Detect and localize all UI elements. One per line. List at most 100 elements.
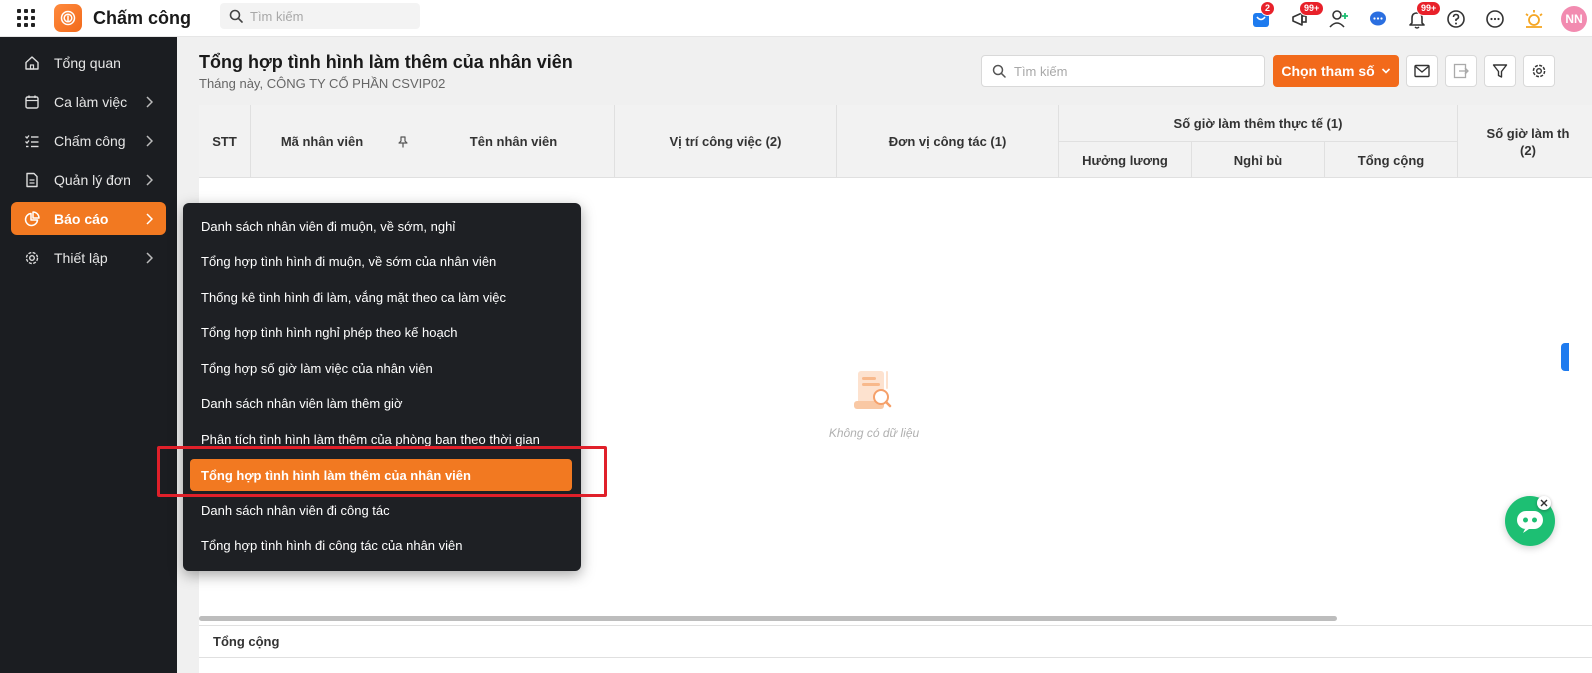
sun-clock-icon [1525,9,1543,28]
app-logo[interactable] [54,4,82,32]
sidebar-item-label: Quản lý đơn [54,171,131,188]
global-search[interactable] [220,3,420,29]
column-group-next: Số giờ làm th (2) [1458,105,1592,178]
global-search-input[interactable] [250,8,410,24]
chevron-right-icon [145,173,154,189]
column-header-unit[interactable]: Đơn vị công tác (1) [837,105,1059,178]
sidebar-item-overview[interactable]: Tổng quan [11,46,166,79]
column-header-employee-id[interactable]: Mã nhân viên [251,105,393,178]
more-dots-icon [1486,9,1504,28]
calendar-icon [24,94,40,110]
sidebar-item-label: Báo cáo [54,210,109,227]
column-header-stt[interactable]: STT [199,105,251,178]
report-menu-item-active[interactable]: Tổng hợp tình hình làm thêm của nhân viê… [190,459,572,491]
column-header-comp-leave[interactable]: Nghỉ bù [1192,141,1325,178]
pin-column-button[interactable] [393,105,413,178]
empty-document-icon [854,371,892,409]
announcement-button[interactable]: 99+ [1288,0,1325,31]
chat-bubble-icon [1370,11,1386,25]
choose-params-label: Chọn tham số [1281,63,1375,79]
empty-state-text: Không có dữ liệu [828,426,920,440]
chevron-right-icon [145,212,154,228]
chevron-down-icon [1381,68,1390,74]
reports-submenu: Danh sách nhân viên đi muộn, về sớm, ngh… [183,203,581,571]
app-launcher-icon[interactable] [17,9,35,27]
filter-icon [1492,64,1508,78]
horizontal-scrollbar[interactable] [199,616,1337,621]
column-group-next-line2: (2) [1520,142,1536,158]
sidebar: Tổng quan Ca làm việc Chấm công Quản lý … [0,37,177,673]
help-button[interactable] [1444,7,1468,31]
gear-icon [1532,64,1546,78]
empty-state: Không có dữ liệu [799,365,949,440]
report-menu-item[interactable]: Thống kê tình hình đi làm, vắng mặt theo… [190,281,572,313]
side-drawer-tab[interactable] [1561,343,1569,371]
add-user-icon [1329,9,1348,28]
sidebar-item-shifts[interactable]: Ca làm việc [11,85,166,118]
checklist-icon [24,133,40,149]
chevron-right-icon [145,95,154,111]
document-icon [24,172,40,188]
sidebar-item-settings[interactable]: Thiết lập [11,241,166,274]
more-button[interactable] [1483,7,1507,31]
sidebar-item-timekeeping[interactable]: Chấm công [11,124,166,157]
sidebar-item-requests[interactable]: Quản lý đơn [11,163,166,196]
report-menu-item[interactable]: Tổng hợp tình hình đi muộn, về sớm của n… [190,245,572,277]
timekeeping-button[interactable] [1522,7,1546,31]
user-avatar[interactable]: NN [1561,5,1587,32]
page-subtitle: Tháng này, CÔNG TY CỔ PHẦN CSVIP02 [199,76,446,91]
add-user-button[interactable] [1327,7,1351,31]
sidebar-item-reports[interactable]: Báo cáo [11,202,166,235]
chatbot-close-button[interactable] [1537,496,1551,510]
sidebar-item-label: Chấm công [54,132,126,149]
chatbot-icon [1517,511,1543,533]
email-button[interactable] [1406,55,1438,87]
search-icon [229,9,243,23]
sidebar-item-label: Thiết lập [54,249,108,266]
gear-icon [24,250,40,266]
store-badge: 2 [1260,0,1276,16]
report-menu-item[interactable]: Danh sách nhân viên đi muộn, về sớm, ngh… [190,210,572,242]
messenger-button[interactable] [1366,7,1390,31]
column-header-position[interactable]: Vị trí công việc (2) [615,105,837,178]
notification-badge: 99+ [1416,0,1442,16]
report-menu-item[interactable]: Tổng hợp tình hình đi công tác của nhân … [190,529,572,561]
settings-button[interactable] [1523,55,1555,87]
search-icon [992,64,1006,78]
column-group-actual-ot: Số giờ làm thêm thực tế (1) [1059,105,1458,142]
app-title: Chấm công [93,7,192,28]
top-bar: Chấm công 2 99+ [0,0,1592,37]
report-search-input[interactable] [1014,63,1254,79]
export-button[interactable] [1445,55,1477,87]
store-button[interactable]: 2 [1249,0,1276,31]
export-icon [1453,63,1469,79]
chevron-right-icon [145,134,154,150]
column-header-total[interactable]: Tổng cộng [1325,141,1458,178]
table-footer-total: Tổng cộng [199,625,1592,658]
report-menu-item[interactable]: Danh sách nhân viên làm thêm giờ [190,387,572,419]
column-header-paid[interactable]: Hưởng lương [1059,141,1192,178]
report-search[interactable] [981,55,1265,87]
table-header: STT Mã nhân viên Tên nhân viên Vị trí cô… [199,105,1592,178]
filter-button[interactable] [1484,55,1516,87]
report-menu-item[interactable]: Phân tích tình hình làm thêm của phòng b… [190,423,572,455]
choose-params-button[interactable]: Chọn tham số [1273,55,1399,87]
fingerprint-icon [60,10,76,26]
report-menu-item[interactable]: Tổng hợp tình hình nghỉ phép theo kế hoạ… [190,316,572,348]
announcement-badge: 99+ [1299,0,1325,16]
chevron-right-icon [145,251,154,267]
help-icon [1447,9,1465,28]
mail-icon [1414,64,1430,78]
pie-chart-icon [24,210,40,227]
column-group-next-line1: Số giờ làm th [1486,125,1570,141]
close-icon [1540,499,1548,507]
pin-icon [398,135,408,147]
page-title: Tổng hợp tình hình làm thêm của nhân viê… [199,52,573,72]
report-menu-item[interactable]: Danh sách nhân viên đi công tác [190,494,572,526]
notification-button[interactable]: 99+ [1405,0,1442,31]
sidebar-item-label: Ca làm việc [54,93,128,110]
report-menu-item[interactable]: Tổng hợp số giờ làm việc của nhân viên [190,352,572,384]
home-icon [24,55,40,71]
sidebar-item-label: Tổng quan [54,54,121,71]
column-header-employee-name[interactable]: Tên nhân viên [413,105,615,178]
